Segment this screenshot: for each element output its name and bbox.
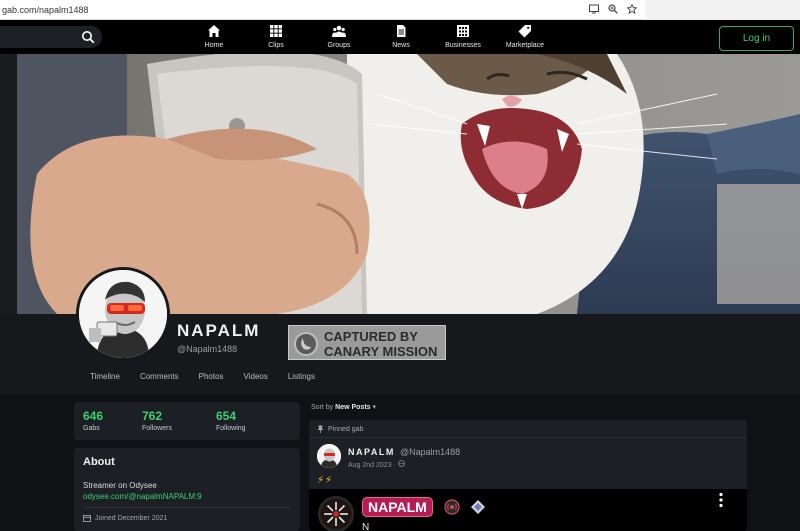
- nav-clips-label: Clips: [268, 42, 284, 49]
- document-icon: [397, 25, 406, 37]
- nav-groups[interactable]: Groups: [309, 24, 369, 49]
- search-icon[interactable]: [81, 30, 95, 44]
- embed-avatar: [318, 496, 354, 531]
- url-text[interactable]: gab.com/napalm1488: [0, 5, 89, 15]
- diamond-badge-icon: [471, 500, 485, 514]
- about-divider: [83, 507, 291, 508]
- stat-followers-value: 762: [142, 409, 163, 423]
- broadcast-icon: [444, 499, 460, 515]
- tab-photos[interactable]: Photos: [199, 372, 224, 381]
- post-date-text[interactable]: Aug 2nd 2023 ·: [348, 462, 396, 469]
- sort-value[interactable]: New Posts: [335, 404, 370, 411]
- post-divider: [309, 437, 747, 438]
- tab-timeline[interactable]: Timeline: [90, 372, 120, 381]
- stats-card: 646 Gabs 762 Followers 654 Following: [74, 402, 300, 440]
- about-title: About: [83, 456, 115, 468]
- nav-clips[interactable]: Clips: [246, 24, 306, 49]
- home-icon: [208, 25, 220, 37]
- star-icon[interactable]: [627, 3, 637, 14]
- profile-avatar[interactable]: [76, 267, 170, 361]
- pinned-label: Pinned gab: [317, 425, 363, 433]
- profile-handle: @Napalm1488: [177, 344, 238, 354]
- stamp-line-1: CAPTURED BY: [324, 329, 418, 344]
- about-link[interactable]: odysee.com/@napalmNAPALM:9: [83, 492, 202, 501]
- stat-gabs-label: Gabs: [83, 425, 100, 432]
- sunburst-logo-icon: [321, 499, 351, 529]
- browser-url-bar[interactable]: gab.com/napalm1488: [0, 0, 645, 20]
- stat-gabs[interactable]: 646 Gabs: [83, 409, 103, 432]
- building-icon: [457, 25, 469, 37]
- post-author[interactable]: NAPALM: [348, 447, 395, 457]
- pin-icon: [317, 425, 324, 433]
- stat-following-label: Following: [216, 425, 246, 432]
- nav-marketplace[interactable]: Marketplace: [495, 24, 555, 49]
- cover-side-strip: [0, 54, 17, 314]
- chevron-down-icon: ▾: [372, 404, 377, 411]
- top-nav: Home Clips Groups News Businesses Market…: [0, 20, 800, 54]
- embed-text: N: [362, 522, 370, 531]
- profile-tabs: Timeline Comments Photos Videos Listings: [90, 372, 335, 381]
- nav-home-label: Home: [204, 42, 224, 49]
- nav-news[interactable]: News: [371, 24, 431, 49]
- sort-control[interactable]: Sort by New Posts ▾: [311, 403, 376, 411]
- tab-comments[interactable]: Comments: [140, 372, 179, 381]
- browser-icons: [589, 3, 637, 14]
- profile-name: NAPALM: [177, 321, 261, 340]
- tag-icon: [518, 25, 531, 38]
- post-text: ⚡⚡: [317, 475, 334, 486]
- canary-mission-stamp: CAPTURED BY CANARY MISSION: [288, 325, 446, 360]
- sort-prefix: Sort by: [311, 404, 334, 411]
- post-handle[interactable]: @Napalm1488: [400, 447, 460, 457]
- pinned-post: Pinned gab NAPALM @Napalm1488 Aug 2nd 20…: [309, 420, 747, 531]
- avatar-portrait-icon: [79, 270, 167, 358]
- post-avatar[interactable]: [317, 444, 341, 468]
- screen-share-icon[interactable]: [589, 3, 599, 14]
- tab-listings[interactable]: Listings: [288, 372, 315, 381]
- post-date: Aug 2nd 2023 ·: [348, 460, 405, 469]
- tab-videos[interactable]: Videos: [244, 372, 268, 381]
- post-embed[interactable]: NAPALM N: [309, 489, 747, 531]
- embed-name-badge: NAPALM: [362, 497, 433, 517]
- about-bio: Streamer on Odysee: [83, 481, 157, 490]
- globe-icon: [398, 460, 405, 467]
- more-options-icon[interactable]: [717, 492, 725, 508]
- about-joined-text: Joined December 2021: [95, 514, 168, 522]
- groups-icon: [332, 25, 346, 37]
- canary-logo-icon: [294, 332, 318, 356]
- stat-followers-label: Followers: [142, 425, 172, 432]
- stat-gabs-value: 646: [83, 409, 104, 423]
- grid-icon: [270, 25, 282, 37]
- calendar-icon: [83, 515, 91, 522]
- zoom-icon[interactable]: [608, 3, 618, 14]
- nav-news-label: News: [392, 42, 410, 49]
- page: gab.com/napalm1488 Home Clips Groups New…: [0, 0, 800, 531]
- nav-businesses[interactable]: Businesses: [433, 24, 493, 49]
- post-avatar-portrait-icon: [317, 444, 341, 468]
- stat-followers[interactable]: 762 Followers: [142, 409, 172, 432]
- login-button[interactable]: Log in: [719, 26, 794, 51]
- stat-following[interactable]: 654 Following: [216, 409, 246, 432]
- stamp-line-2: CANARY MISSION: [324, 344, 438, 359]
- browser-chrome-right: [645, 0, 800, 20]
- nav-groups-label: Groups: [327, 42, 351, 49]
- nav-marketplace-label: Marketplace: [505, 42, 545, 49]
- pinned-text: Pinned gab: [328, 425, 364, 433]
- about-card: About Streamer on Odysee odysee.com/@nap…: [74, 448, 300, 531]
- nav-home[interactable]: Home: [184, 24, 244, 49]
- stat-following-value: 654: [216, 409, 237, 423]
- search-input[interactable]: [0, 26, 102, 48]
- about-joined: Joined December 2021: [83, 514, 167, 522]
- nav-businesses-label: Businesses: [445, 42, 481, 49]
